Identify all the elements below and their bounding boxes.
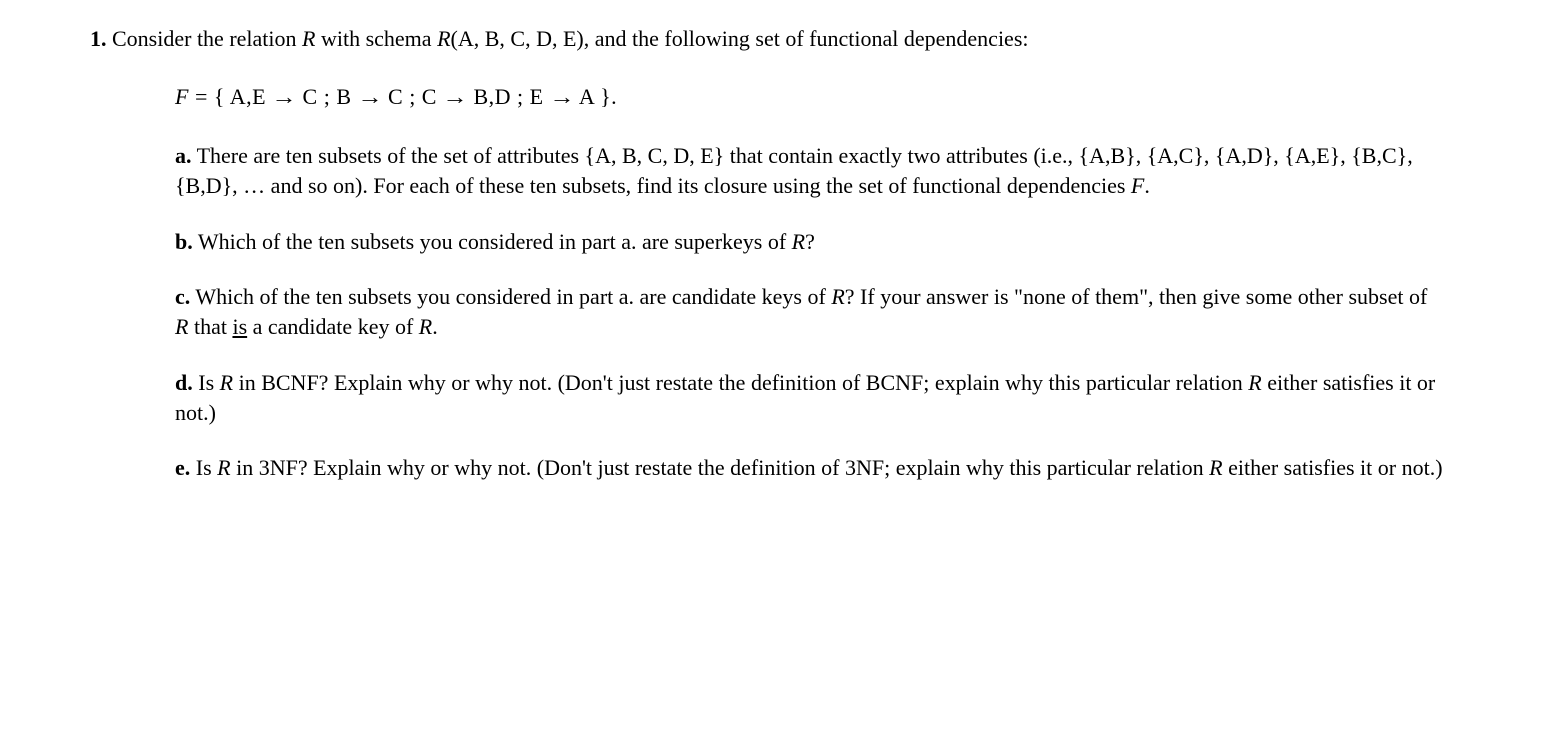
question-intro: 1. Consider the relation R with schema R… — [90, 24, 1456, 54]
part-c-text-3: that — [188, 314, 232, 339]
part-e: e. Is R in 3NF? Explain why or why not. … — [175, 453, 1446, 483]
part-c-end: . — [432, 314, 438, 339]
relation-R: R — [302, 26, 315, 51]
formula-part-1: = { A,E — [189, 84, 272, 109]
part-e-text-2: in 3NF? Explain why or why not. (Don't j… — [231, 455, 1210, 480]
part-d: d. Is R in BCNF? Explain why or why not.… — [175, 368, 1446, 427]
arrow-icon: → — [271, 82, 297, 112]
formula-F: F — [175, 84, 189, 109]
part-b-R: R — [792, 229, 805, 254]
part-e-label: e. — [175, 455, 190, 480]
formula-part-4: B,D ; E — [467, 84, 549, 109]
intro-text-1: Consider the relation — [112, 26, 302, 51]
question-number: 1. — [90, 26, 107, 51]
part-c-R2: R — [175, 314, 188, 339]
intro-text-3: (A, B, C, D, E), and the following set o… — [451, 26, 1029, 51]
part-a: a. There are ten subsets of the set of a… — [175, 141, 1446, 200]
functional-dependencies-formula: F = { A,E → C ; B → C ; C → B,D ; E → A … — [175, 82, 1446, 112]
part-c-label: c. — [175, 284, 190, 309]
arrow-icon: → — [442, 82, 468, 112]
part-d-R1: R — [220, 370, 233, 395]
part-d-text-1: Is — [193, 370, 220, 395]
part-a-text: There are ten subsets of the set of attr… — [175, 143, 1413, 198]
part-d-label: d. — [175, 370, 193, 395]
part-b-label: b. — [175, 229, 193, 254]
intro-text-2: with schema — [315, 26, 437, 51]
part-d-R2: R — [1248, 370, 1261, 395]
part-e-text-3: either satisfies it or not.) — [1223, 455, 1443, 480]
part-c-text-4: a candidate key of — [247, 314, 419, 339]
part-e-text-1: Is — [190, 455, 217, 480]
part-d-text-2: in BCNF? Explain why or why not. (Don't … — [233, 370, 1248, 395]
formula-part-2: C ; B — [297, 84, 358, 109]
part-e-R2: R — [1209, 455, 1222, 480]
part-c-text-1: Which of the ten subsets you considered … — [190, 284, 831, 309]
part-c-text-2: ? If your answer is "none of them", then… — [845, 284, 1427, 309]
part-b-text: Which of the ten subsets you considered … — [193, 229, 792, 254]
part-c-R3: R — [419, 314, 432, 339]
part-c-is: is — [232, 314, 247, 339]
part-a-end: . — [1144, 173, 1150, 198]
part-a-label: a. — [175, 143, 192, 168]
part-a-F: F — [1131, 173, 1144, 198]
part-b-q: ? — [805, 229, 815, 254]
part-e-R1: R — [217, 455, 230, 480]
arrow-icon: → — [549, 82, 575, 112]
part-c: c. Which of the ten subsets you consider… — [175, 282, 1446, 341]
part-c-R1: R — [831, 284, 844, 309]
formula-part-5: A }. — [574, 84, 617, 109]
part-b: b. Which of the ten subsets you consider… — [175, 227, 1446, 257]
arrow-icon: → — [357, 82, 383, 112]
schema-R: R — [437, 26, 450, 51]
formula-part-3: C ; C — [382, 84, 443, 109]
